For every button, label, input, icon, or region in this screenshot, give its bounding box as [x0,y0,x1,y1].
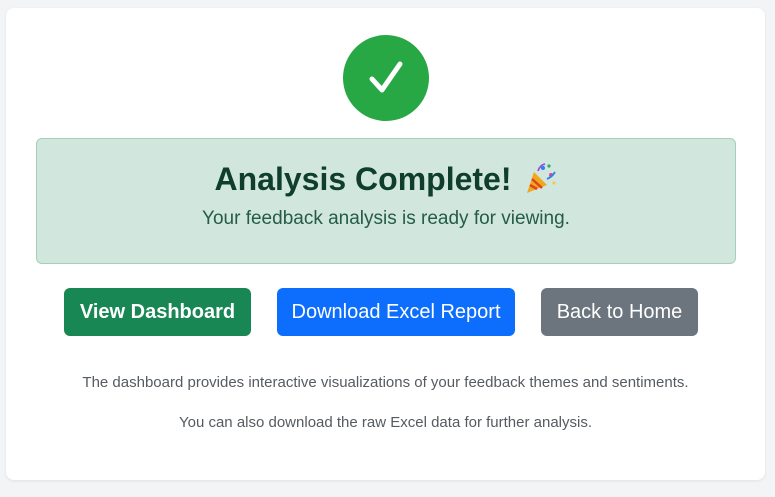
view-dashboard-button[interactable]: View Dashboard [64,288,251,336]
download-excel-report-button[interactable]: Download Excel Report [277,288,515,336]
dashboard-info-text: The dashboard provides interactive visua… [82,374,689,391]
party-popper-icon [527,163,557,193]
success-alert: Analysis Complete! Your feedback analysi… [36,138,736,264]
checkmark-icon [369,61,403,93]
back-to-home-button[interactable]: Back to Home [541,288,698,336]
success-badge [343,35,429,121]
excel-info-text: You can also download the raw Excel data… [178,414,593,431]
alert-title: Analysis Complete! [214,161,512,197]
result-card: Analysis Complete! Your feedback analysi… [6,8,765,480]
alert-subtitle: Your feedback analysis is ready for view… [202,208,570,229]
